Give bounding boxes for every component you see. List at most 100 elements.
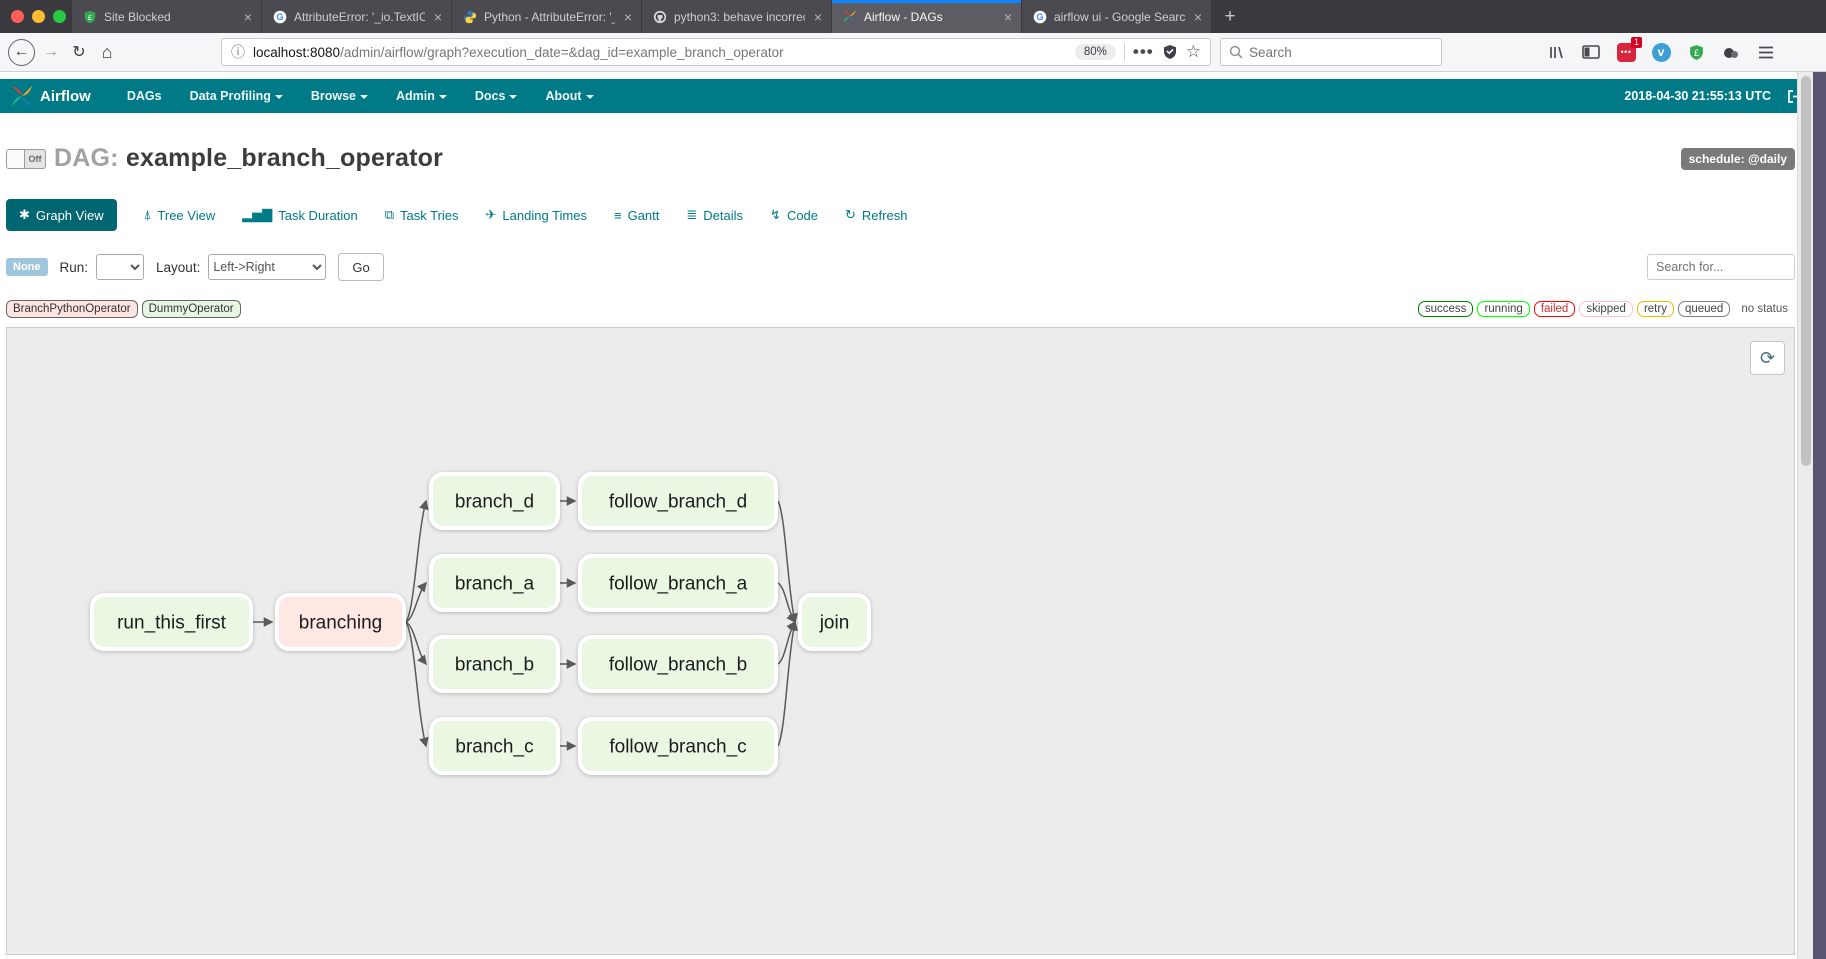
browser-tab-attributeerror-io-textio[interactable]: G AttributeError: '_io.TextIOWrapp × xyxy=(262,0,452,33)
browser-tab-python-attributeerror-io[interactable]: Python - AttributeError: '_io.Tex × xyxy=(452,0,642,33)
view-tab-label: Refresh xyxy=(862,208,908,223)
legend-row: BranchPythonOperatorDummyOperator succes… xyxy=(6,300,1795,318)
toggle-knob xyxy=(7,150,25,168)
dag-edge-follow_branch_d-to-join xyxy=(778,501,795,622)
bookmark-star-icon[interactable]: ☆ xyxy=(1186,42,1201,62)
browser-tab-python3-behave-incorrect[interactable]: python3: behave incorrectly mo × xyxy=(642,0,832,33)
gantt-icon: ≡ xyxy=(614,208,622,223)
status-pill-success: success xyxy=(1418,301,1474,317)
reload-icon[interactable]: ↻ xyxy=(65,38,93,66)
browser-search-bar[interactable] xyxy=(1220,38,1442,66)
page-viewport: Airflow DAGs Data Profiling Browse Admin… xyxy=(0,72,1813,959)
page-scrollbar[interactable] xyxy=(1797,72,1813,959)
python-favicon xyxy=(462,9,477,24)
dag-graph-svg: run_this_first branching branch_d branch_ab… xyxy=(7,328,1795,955)
dag-node-follow_branch_b[interactable]: follow_branch_b xyxy=(580,637,776,691)
airflow-brand[interactable]: Airflow xyxy=(10,84,91,108)
dag-node-follow_branch_a[interactable]: follow_branch_a xyxy=(580,556,776,610)
zoom-window-button[interactable] xyxy=(53,10,66,23)
navbar-item-admin[interactable]: Admin xyxy=(382,79,461,113)
menu-icon[interactable] xyxy=(1756,42,1776,62)
tab-close-icon[interactable]: × xyxy=(1002,9,1014,25)
password-manager-extension-icon[interactable]: ••• 1 xyxy=(1616,42,1636,62)
status-pill-queued: queued xyxy=(1678,301,1730,317)
page-actions-icon[interactable]: ••• xyxy=(1133,42,1154,62)
url-host: localhost:8080 xyxy=(253,45,340,60)
tree-view-icon: ⍋ xyxy=(144,207,152,223)
utc-clock: 2018-04-30 21:55:13 UTC xyxy=(1624,89,1771,103)
pocket-shield-icon[interactable] xyxy=(1162,44,1178,60)
tab-close-icon[interactable]: × xyxy=(432,9,444,25)
tab-bar: £ Site Blocked × G AttributeError: '_io.… xyxy=(0,0,1826,33)
url-path: /admin/airflow/graph?execution_date=&dag… xyxy=(340,45,784,60)
dag-graph-canvas[interactable]: run_this_first branching branch_d branch_ab… xyxy=(6,327,1795,955)
address-bar[interactable]: ⓘ localhost:8080/admin/airflow/graph?exe… xyxy=(221,38,1211,66)
view-tab-label: Task Duration xyxy=(278,208,357,223)
landing-times-icon: ✈ xyxy=(486,207,497,223)
view-tab-refresh[interactable]: ↻ Refresh xyxy=(845,207,907,223)
new-tab-button[interactable]: + xyxy=(1212,0,1248,33)
dag-node-follow_branch_c[interactable]: follow_branch_c xyxy=(580,719,776,773)
tab-close-icon[interactable]: × xyxy=(622,9,634,25)
browser-tab-airflow-ui-google-search[interactable]: G airflow ui - Google Search × xyxy=(1022,0,1212,33)
navbar-item-browse[interactable]: Browse xyxy=(297,79,382,113)
tab-close-icon[interactable]: × xyxy=(1192,9,1204,25)
view-tab-details[interactable]: ≣ Details xyxy=(686,207,743,223)
dag-node-run_this_first[interactable]: run_this_first xyxy=(92,595,251,649)
sidebar-icon[interactable] xyxy=(1581,42,1601,62)
forward-icon[interactable]: → xyxy=(37,38,65,66)
library-icon[interactable] xyxy=(1546,42,1566,62)
view-tab-task-tries[interactable]: ⧉ Task Tries xyxy=(385,207,459,223)
browser-tab-site-blocked[interactable]: £ Site Blocked × xyxy=(72,0,262,33)
view-tab-label: Code xyxy=(787,208,818,223)
chevron-down-icon xyxy=(439,95,447,99)
navbar-item-docs[interactable]: Docs xyxy=(461,79,532,113)
dag-node-branch_d[interactable]: branch_d xyxy=(431,474,558,528)
dag-node-branching[interactable]: branching xyxy=(277,595,404,649)
view-tab-graph-view[interactable]: ✱ Graph View xyxy=(6,199,117,231)
close-window-button[interactable] xyxy=(11,10,24,23)
go-button[interactable]: Go xyxy=(338,253,383,281)
dag-node-branch_a[interactable]: branch_a xyxy=(431,556,558,610)
tab-close-icon[interactable]: × xyxy=(812,9,824,25)
task-search-input[interactable] xyxy=(1647,254,1795,280)
dag-node-join[interactable]: join xyxy=(800,595,869,649)
minimize-window-button[interactable] xyxy=(32,10,45,23)
status-pill-retry: retry xyxy=(1637,301,1674,317)
svg-text:branch_c: branch_c xyxy=(455,737,533,758)
view-tab-code[interactable]: ↯ Code xyxy=(770,207,818,223)
layout-select[interactable]: Left->Right xyxy=(208,254,326,280)
browser-search-input[interactable] xyxy=(1249,45,1433,60)
dag-node-follow_branch_d[interactable]: follow_branch_d xyxy=(580,474,776,528)
browser-tab-airflow-dags[interactable]: Airflow - DAGs × xyxy=(832,0,1022,33)
view-tab-landing-times[interactable]: ✈ Landing Times xyxy=(486,207,587,223)
zoom-level-badge[interactable]: 80% xyxy=(1075,44,1116,60)
navbar-item-label: Admin xyxy=(396,89,435,103)
airflow-brand-label: Airflow xyxy=(40,88,91,105)
adblock-shield-icon[interactable]: £ xyxy=(1686,42,1706,62)
view-tab-label: Landing Times xyxy=(502,208,587,223)
navbar-item-data-profiling[interactable]: Data Profiling xyxy=(176,79,297,113)
navbar-item-dags[interactable]: DAGs xyxy=(113,79,176,113)
graph-refresh-button[interactable]: ⟳ xyxy=(1750,341,1785,375)
view-tab-task-duration[interactable]: ▂▅▇ Task Duration xyxy=(242,207,357,223)
scrollbar-thumb[interactable] xyxy=(1801,76,1811,466)
view-tab-label: Details xyxy=(703,208,743,223)
layout-label: Layout: xyxy=(156,260,200,275)
blue-extension-icon[interactable]: v xyxy=(1651,42,1671,62)
google-favicon: G xyxy=(272,9,287,24)
site-info-icon[interactable]: ⓘ xyxy=(231,42,245,62)
ghostery-extension-icon[interactable] xyxy=(1721,42,1741,62)
run-select[interactable] xyxy=(96,254,144,280)
dag-node-branch_b[interactable]: branch_b xyxy=(431,637,558,691)
view-tab-gantt[interactable]: ≡ Gantt xyxy=(614,208,659,223)
back-icon[interactable]: ← xyxy=(8,39,35,66)
home-icon[interactable]: ⌂ xyxy=(93,38,121,66)
navbar-menu: DAGs Data Profiling Browse Admin Docs Ab… xyxy=(113,79,608,113)
dag-pause-toggle[interactable]: Off xyxy=(6,149,46,169)
chevron-down-icon xyxy=(275,95,283,99)
tab-close-icon[interactable]: × xyxy=(242,9,254,25)
dag-node-branch_c[interactable]: branch_c xyxy=(431,719,558,773)
navbar-item-about[interactable]: About xyxy=(531,79,607,113)
view-tab-tree-view[interactable]: ⍋ Tree View xyxy=(144,207,216,223)
